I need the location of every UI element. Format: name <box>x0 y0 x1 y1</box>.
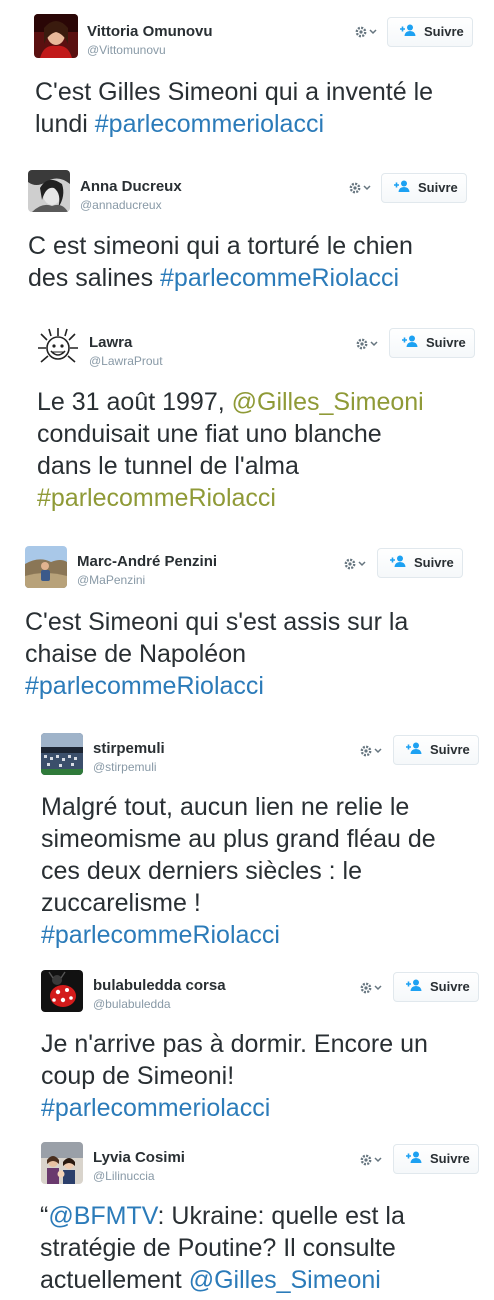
mention-link[interactable]: @Gilles_Simeoni <box>189 1266 381 1294</box>
user-handle[interactable]: @MaPenzini <box>77 573 145 587</box>
tweet-text-line: Je n'arrive pas à dormir. Encore un <box>41 1030 428 1058</box>
gear-icon[interactable] <box>343 554 373 574</box>
tweet-text-line: #parlecommeRiolacci <box>41 919 436 951</box>
add-user-icon <box>406 1145 422 1173</box>
follow-label: Suivre <box>414 555 454 570</box>
tweet-text-line: actuellement @Gilles_Simeoni <box>40 1266 381 1294</box>
hashtag-link[interactable]: #parlecommeRiolacci <box>160 264 399 292</box>
user-name[interactable]: Marc-André Penzini <box>77 553 217 570</box>
user-avatar[interactable] <box>41 1142 83 1184</box>
tweet-card: Lawra @LawraProut Suivre Le 31 août 1997… <box>37 326 482 516</box>
tweet-text: C'est Simeoni qui s'est assis sur la chai… <box>25 606 408 702</box>
tweet-text-line: des salines #parlecommeRiolacci <box>28 264 400 292</box>
tweet-card: bulabuledda corsa @bulabuledda Suivre Je… <box>41 970 486 1130</box>
tweet-text-line: coup de Simeoni! <box>41 1062 235 1090</box>
follow-label: Suivre <box>426 335 466 350</box>
add-user-icon <box>394 174 410 202</box>
hashtag-link[interactable]: #parlecommeriolacci <box>41 1094 270 1122</box>
gear-icon[interactable] <box>359 741 389 761</box>
add-user-icon <box>406 973 422 1001</box>
hashtag-link[interactable]: #parlecommeriolacci <box>95 110 324 138</box>
tweet-text-line: #parlecommeRiolacci <box>25 670 408 702</box>
add-user-icon <box>390 549 406 577</box>
tweet-text: C est simeoni qui a torturé le chien des … <box>28 230 413 294</box>
tweet-text-line: C'est Simeoni qui s'est assis sur la <box>25 608 409 636</box>
user-handle[interactable]: @bulabuledda <box>93 997 171 1011</box>
gear-icon[interactable] <box>359 1150 389 1170</box>
tweet-text-line: #parlecommeRiolacci <box>37 482 424 514</box>
gear-icon[interactable] <box>348 178 378 198</box>
hashtag-link[interactable]: #parlecommeRiolacci <box>37 484 276 512</box>
tweet-text-line: dans le tunnel de l'alma <box>37 452 299 480</box>
user-handle[interactable]: @Vittomunovu <box>87 43 166 57</box>
add-user-icon <box>400 18 416 46</box>
user-handle[interactable]: @stirpemuli <box>93 760 157 774</box>
user-name[interactable]: stirpemuli <box>93 740 165 757</box>
user-avatar[interactable] <box>25 546 67 588</box>
tweet-text-line: C est simeoni qui a torturé le chien <box>28 232 413 260</box>
tweet-card: stirpemuli @stirpemuli Suivre Malgré tou… <box>41 733 486 953</box>
user-name[interactable]: Anna Ducreux <box>80 178 182 195</box>
tweet-text-line: C'est Gilles Simeoni qui a inventé le <box>35 78 434 106</box>
follow-button[interactable]: Suivre <box>393 735 479 765</box>
follow-button[interactable]: Suivre <box>377 548 463 578</box>
mention-link[interactable]: @Gilles_Simeoni <box>232 388 424 416</box>
follow-button[interactable]: Suivre <box>389 328 475 358</box>
tweet-text-line: lundi #parlecommeriolacci <box>35 110 325 138</box>
follow-label: Suivre <box>430 979 470 994</box>
tweet-text-line: chaise de Napoléon <box>25 640 246 668</box>
user-handle[interactable]: @Lilinuccia <box>93 1169 155 1183</box>
tweet-text: Malgré tout, aucun lien ne relie le simeo… <box>41 791 436 951</box>
tweet-text: C'est Gilles Simeoni qui a inventé le lun… <box>35 76 433 140</box>
add-user-icon <box>402 329 418 357</box>
tweet-text-line: #parlecommeriolacci <box>41 1092 428 1124</box>
tweet-card: Marc-André Penzini @MaPenzini Suivre C'e… <box>25 546 470 706</box>
tweet-text-line: conduisait une fiat uno blanche <box>37 420 382 448</box>
follow-button[interactable]: Suivre <box>381 173 467 203</box>
user-name[interactable]: Vittoria Omunovu <box>87 23 213 40</box>
gear-icon[interactable] <box>354 22 384 42</box>
user-name[interactable]: Lyvia Cosimi <box>93 1149 185 1166</box>
tweet-text: Je n'arrive pas à dormir. Encore un coup … <box>41 1028 428 1124</box>
tweet-text-line: zuccarelisme ! <box>41 889 201 917</box>
user-avatar[interactable] <box>41 733 83 775</box>
follow-label: Suivre <box>430 742 470 757</box>
add-user-icon <box>406 736 422 764</box>
user-handle[interactable]: @annaducreux <box>80 198 162 212</box>
tweet-text-line: simeomisme au plus grand fléau de <box>41 825 436 853</box>
follow-label: Suivre <box>430 1151 470 1166</box>
tweet-text-line: Le 31 août 1997, @Gilles_Simeoni <box>37 388 424 416</box>
hashtag-link[interactable]: #parlecommeRiolacci <box>41 921 280 949</box>
user-name[interactable]: bulabuledda corsa <box>93 977 226 994</box>
user-avatar[interactable] <box>28 170 70 212</box>
hashtag-link[interactable]: #parlecommeRiolacci <box>25 672 264 700</box>
gear-icon[interactable] <box>359 978 389 998</box>
follow-label: Suivre <box>418 180 458 195</box>
tweet-text-line: stratégie de Poutine? Il consulte <box>40 1234 396 1262</box>
tweet-text: “@BFMTV: Ukraine: quelle est la stratégie… <box>40 1200 405 1296</box>
user-name[interactable]: Lawra <box>89 334 132 351</box>
tweet-card: Lyvia Cosimi @Lilinuccia Suivre “@BFMTV:… <box>40 1142 486 1300</box>
tweet-card: Vittoria Omunovu @Vittomunovu Suivre C'e… <box>34 14 479 154</box>
follow-label: Suivre <box>424 24 464 39</box>
user-avatar[interactable] <box>37 326 79 368</box>
user-avatar[interactable] <box>41 970 83 1012</box>
tweet-text-line: “@BFMTV: Ukraine: quelle est la <box>40 1202 405 1230</box>
tweet-text-line: Malgré tout, aucun lien ne relie le <box>41 793 410 821</box>
tweet-card: Anna Ducreux @annaducreux Suivre C est s… <box>28 170 473 300</box>
follow-button[interactable]: Suivre <box>393 1144 479 1174</box>
tweet-text-line: ces deux derniers siècles : le <box>41 857 362 885</box>
user-avatar[interactable] <box>34 14 78 58</box>
user-handle[interactable]: @LawraProut <box>89 354 163 368</box>
gear-icon[interactable] <box>355 334 385 354</box>
follow-button[interactable]: Suivre <box>387 17 473 47</box>
tweet-text: Le 31 août 1997, @Gilles_Simeoni conduisa… <box>37 386 424 514</box>
follow-button[interactable]: Suivre <box>393 972 479 1002</box>
mention-link[interactable]: @BFMTV <box>48 1202 157 1230</box>
